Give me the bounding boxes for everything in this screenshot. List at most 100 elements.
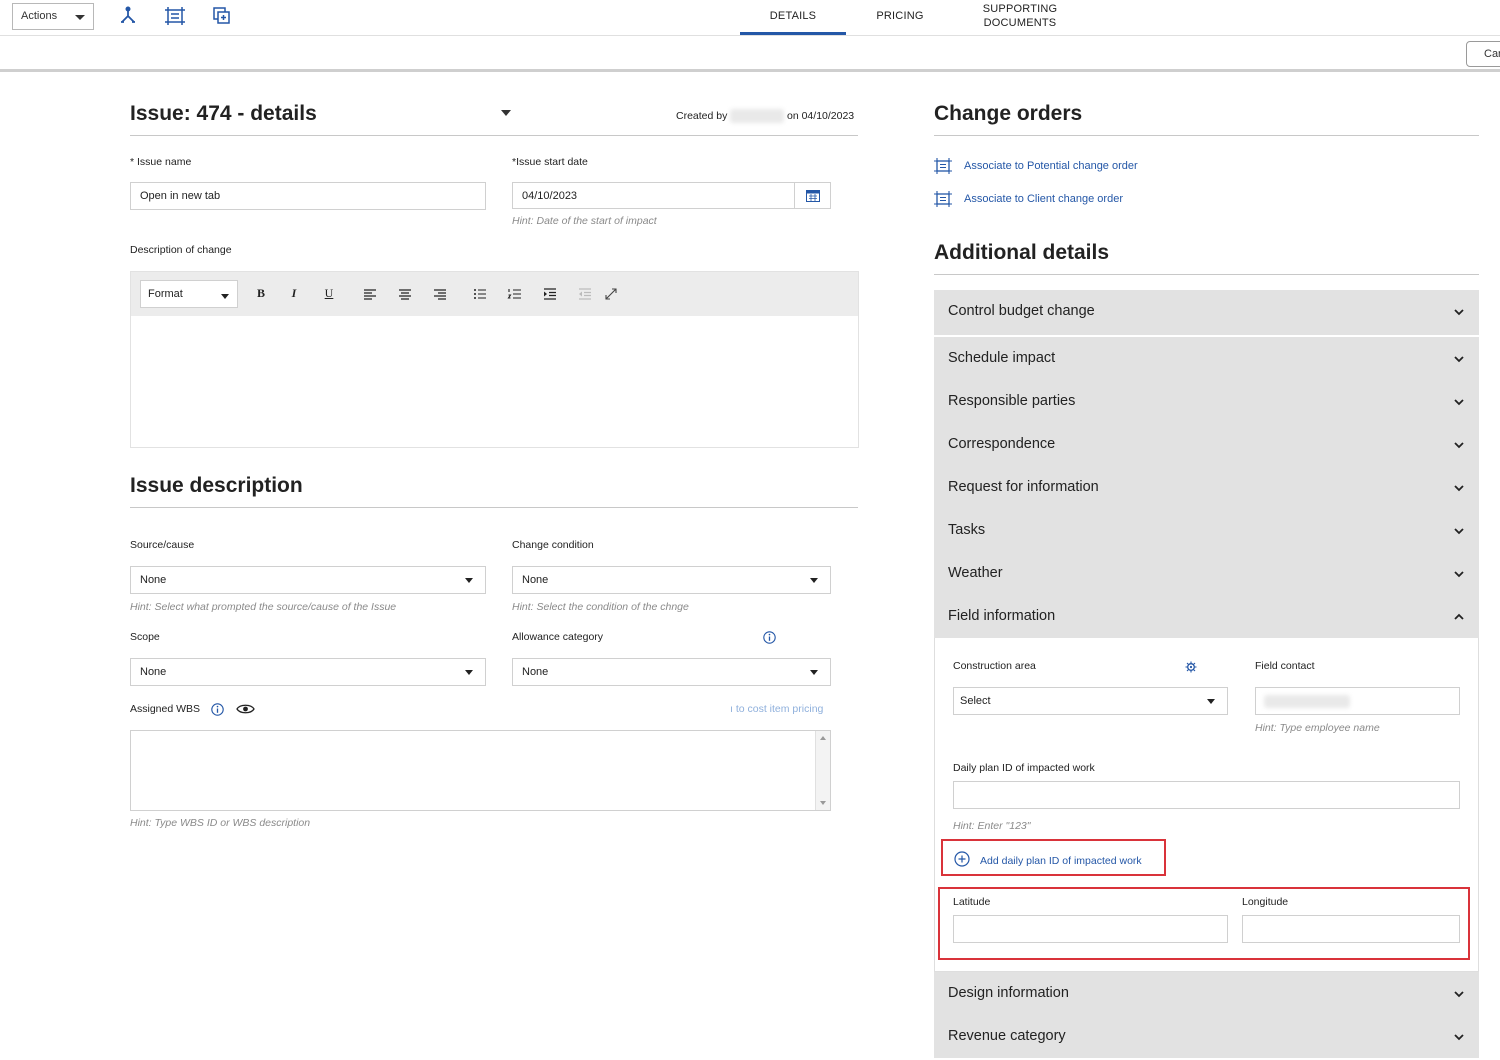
change-condition-value: None [522,574,549,586]
source-cause-select[interactable]: None [130,566,486,594]
align-center-icon[interactable] [397,286,413,302]
scope-value: None [140,666,167,678]
assigned-wbs-textarea[interactable] [130,730,831,811]
accordion-control-budget-change[interactable]: Control budget change [934,290,1479,335]
construction-area-value: Select [960,695,991,707]
accordion-schedule-impact[interactable]: Schedule impact [934,337,1479,382]
additional-details-title: Additional details [934,241,1110,264]
format-label: Format [148,288,183,300]
field-contact-hint: Hint: Type employee name [1255,722,1380,734]
indent-icon[interactable] [542,286,558,302]
construction-area-select[interactable]: Select [953,687,1228,715]
description-label: Description of change [130,244,232,256]
cancel-label: Car [1484,48,1500,60]
accordion-label: Control budget change [948,303,1095,319]
field-contact-label: Field contact [1255,660,1315,672]
secondary-toolbar: Car [0,36,1500,72]
allowance-category-select[interactable]: None [512,658,831,686]
tab-supporting-label-line1: SUPPORTING [982,3,1058,15]
issue-name-input[interactable]: Open in new tab [130,182,486,210]
title-dropdown-icon[interactable] [501,110,511,116]
accordion-design-information[interactable]: Design information [934,972,1479,1017]
start-date-input[interactable]: 04/10/2023 [512,182,831,209]
tab-supporting-documents[interactable]: SUPPORTING DOCUMENTS [966,0,1074,35]
bold-icon[interactable]: B [253,286,269,302]
description-editor[interactable]: Format B I U [130,271,859,448]
accordion-label: Request for information [948,479,1099,495]
scrollbar[interactable] [815,731,830,810]
created-on-date: on 04/10/2023 [787,110,855,122]
frame-icon[interactable] [164,6,186,28]
page-title: Issue: 474 - details [130,102,317,125]
scroll-up-icon[interactable] [820,736,826,740]
daily-plan-input[interactable] [953,781,1460,809]
info-icon[interactable] [763,631,776,644]
associate-potential-change-order-link[interactable]: Associate to Potential change order [964,160,1138,172]
scope-select[interactable]: None [130,658,486,686]
divider [934,274,1479,275]
cancel-button[interactable]: Car [1466,41,1500,67]
longitude-label: Longitude [1242,896,1289,908]
editor-toolbar: Format B I U [131,272,858,316]
bullet-list-icon[interactable] [472,286,488,302]
split-icon[interactable] [118,6,140,28]
underline-icon[interactable]: U [321,286,337,302]
accordion-revenue-category[interactable]: Revenue category [934,1015,1479,1058]
align-right-icon[interactable] [432,286,448,302]
outdent-icon[interactable] [577,286,593,302]
numbered-list-icon[interactable] [507,286,523,302]
expand-icon[interactable] [603,286,619,302]
change-order-icon [934,158,952,174]
cost-item-pricing-link[interactable]: ı to cost item pricing [730,703,823,715]
chevron-down-icon [1454,571,1464,578]
assigned-wbs-hint: Hint: Type WBS ID or WBS description [130,817,311,829]
change-condition-select[interactable]: None [512,566,831,594]
latitude-label: Latitude [953,896,991,908]
add-circle-icon[interactable] [954,851,970,867]
start-date-hint: Hint: Date of the start of impact [512,215,657,227]
associate-client-change-order-link[interactable]: Associate to Client change order [964,193,1123,205]
start-date-label: *Issue start date [512,156,588,168]
tab-pricing[interactable]: PRICING [860,0,940,35]
chevron-down-icon [1454,356,1464,363]
longitude-input[interactable] [1242,915,1460,943]
chevron-down-icon [810,670,818,675]
tab-details[interactable]: DETAILS [740,0,846,35]
accordion-request-for-information[interactable]: Request for information [934,466,1479,511]
actions-dropdown[interactable]: Actions [12,3,94,30]
info-icon[interactable] [211,703,224,716]
accordion-label: Weather [948,565,1003,581]
align-left-icon[interactable] [362,286,378,302]
accordion-tasks[interactable]: Tasks [934,509,1479,554]
top-toolbar: Actions DETAILS PRICING SUPPORTING DOCUM… [0,0,1500,36]
chevron-down-icon [221,294,229,299]
change-condition-label: Change condition [512,539,594,551]
source-cause-hint: Hint: Select what prompted the source/ca… [130,601,397,613]
latitude-input[interactable] [953,915,1228,943]
change-order-icon [934,191,952,207]
chevron-down-icon [1454,1034,1464,1041]
accordion-label: Field information [948,608,1056,624]
accordion-label: Responsible parties [948,393,1076,409]
construction-area-label: Construction area [953,660,1036,672]
accordion-weather[interactable]: Weather [934,552,1479,597]
format-dropdown[interactable]: Format [140,280,238,308]
field-contact-input[interactable] [1255,687,1460,715]
accordion-label: Revenue category [948,1028,1066,1044]
add-daily-plan-link[interactable]: Add daily plan ID of impacted work [980,855,1142,867]
accordion-responsible-parties[interactable]: Responsible parties [934,380,1479,425]
gear-icon[interactable] [1185,661,1197,673]
chevron-down-icon [1454,485,1464,492]
source-cause-label: Source/cause [130,539,195,551]
copy-add-icon[interactable] [212,6,234,28]
eye-icon[interactable] [236,703,255,715]
scroll-down-icon[interactable] [820,801,826,805]
change-condition-hint: Hint: Select the condition of the chnge [512,601,689,613]
start-date-value: 04/10/2023 [522,189,578,202]
accordion-field-information[interactable]: Field information [934,595,1479,640]
italic-icon[interactable]: I [286,286,302,302]
calendar-icon [806,190,820,202]
calendar-button[interactable] [794,183,830,208]
allowance-category-label: Allowance category [512,631,604,643]
accordion-correspondence[interactable]: Correspondence [934,423,1479,468]
